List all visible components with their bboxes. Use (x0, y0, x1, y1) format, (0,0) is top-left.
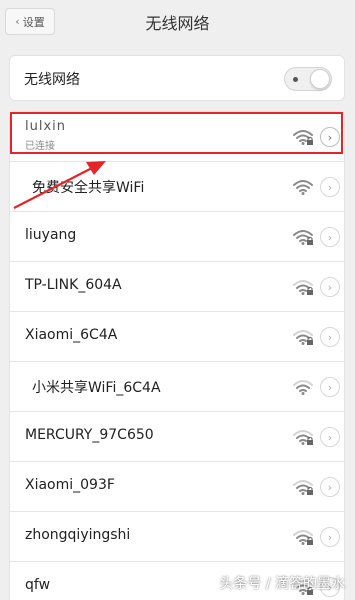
watermark: 头条号 / 滴答的墨水 (219, 576, 345, 592)
annotation-arrow-icon (13, 161, 106, 209)
